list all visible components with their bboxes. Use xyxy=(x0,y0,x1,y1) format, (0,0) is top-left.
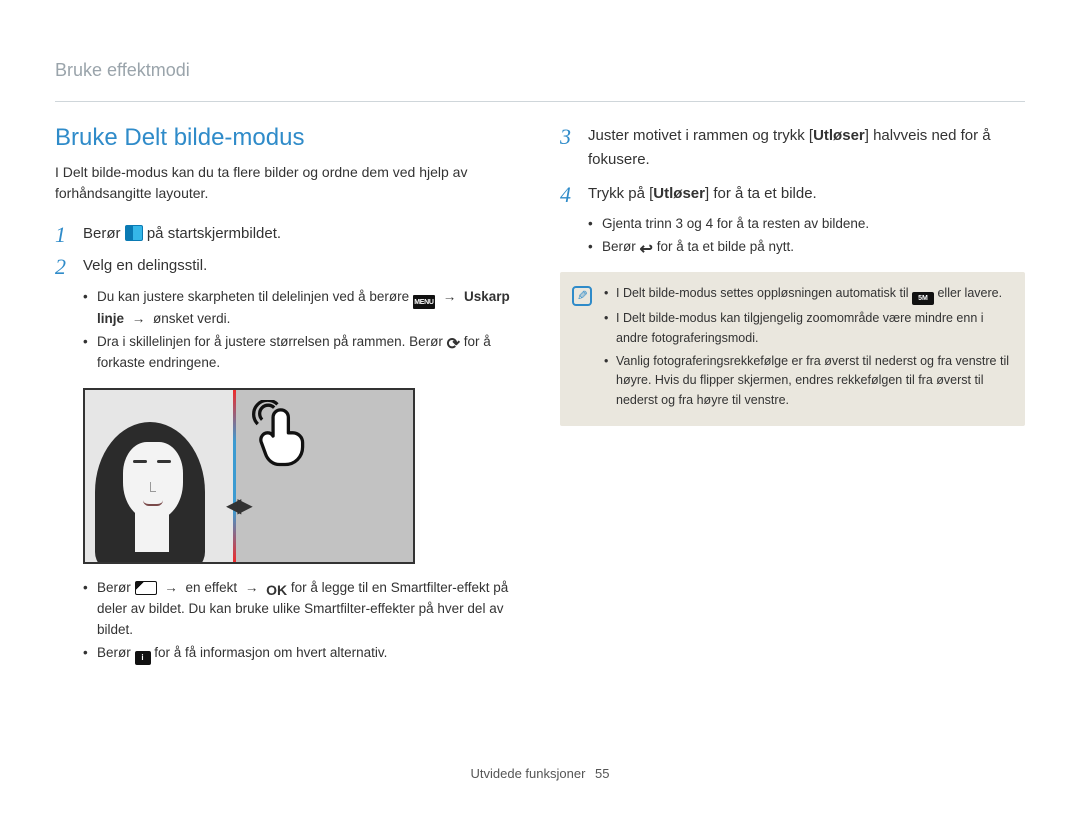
step-2-subpoints-after: Berør → en effekt → OK for å legge til e… xyxy=(83,578,520,665)
note-icon xyxy=(572,286,592,306)
breadcrumb: Bruke effektmodi xyxy=(55,60,1025,81)
text: Juster motivet i rammen og trykk [ xyxy=(588,127,813,144)
subpoint: Du kan justere skarpheten til delelinjen… xyxy=(83,287,520,330)
text: I Delt bilde-modus settes oppløsningen a… xyxy=(616,286,912,300)
left-column: Bruke Delt bilde-modus I Delt bilde-modu… xyxy=(55,124,520,679)
text: Berør xyxy=(602,239,640,254)
content-columns: Bruke Delt bilde-modus I Delt bilde-modu… xyxy=(55,124,1025,679)
note-box: I Delt bilde-modus settes oppløsningen a… xyxy=(560,272,1025,426)
bold-text: Utløser xyxy=(813,127,865,144)
step-2-subpoints: Du kan justere skarpheten til delelinjen… xyxy=(83,287,520,374)
step-body: Velg en delingsstil. xyxy=(83,254,520,280)
refresh-icon xyxy=(447,337,460,353)
text: for å få informasjon om hvert alternativ… xyxy=(154,645,387,660)
resolution-icon: 5M xyxy=(912,292,934,305)
arrow-icon: → xyxy=(439,289,461,304)
ok-icon: OK xyxy=(266,583,287,597)
step-2: 2 Velg en delingsstil. xyxy=(55,254,520,280)
right-column: 3 Juster motivet i rammen og trykk [Utlø… xyxy=(560,124,1025,679)
page-footer: Utvidede funksjoner 55 xyxy=(0,766,1080,781)
note-item: I Delt bilde-modus kan tilgjengelig zoom… xyxy=(604,309,1011,348)
step-3: 3 Juster motivet i rammen og trykk [Utlø… xyxy=(560,124,1025,172)
step-4: 4 Trykk på [Utløser] for å ta et bilde. xyxy=(560,182,1025,208)
text: ] for å ta et bilde. xyxy=(705,185,817,202)
effect-icon xyxy=(135,581,157,595)
footer-text: Utvidede funksjoner xyxy=(471,766,586,781)
step-number: 2 xyxy=(55,254,73,280)
subpoint: Berør → en effekt → OK for å legge til e… xyxy=(83,578,520,641)
arrow-icon: → xyxy=(241,580,263,595)
text: for å ta et bilde på nytt. xyxy=(657,239,794,254)
drag-arrows-icon: ◀▶ xyxy=(226,493,249,518)
arrow-icon: → xyxy=(128,311,150,326)
text: ønsket verdi. xyxy=(153,311,230,326)
step-number: 4 xyxy=(560,182,578,208)
text: Dra i skillelinjen for å justere størrel… xyxy=(97,334,447,349)
page-number: 55 xyxy=(595,766,609,781)
split-shot-illustration: ◀▶ xyxy=(83,388,415,564)
subpoint: Berør i for å få informasjon om hvert al… xyxy=(83,643,520,665)
intro-text: I Delt bilde-modus kan du ta flere bilde… xyxy=(55,162,520,204)
step-body: Berør på startskjermbildet. xyxy=(83,222,520,248)
menu-icon: MENU xyxy=(413,295,435,309)
text: for å legge til en Smartfilter-effekt på… xyxy=(97,580,508,637)
subpoint: Berør for å ta et bilde på nytt. xyxy=(588,237,1025,258)
touch-gesture-icon xyxy=(249,400,319,470)
arrow-icon: → xyxy=(160,580,182,595)
step-number: 3 xyxy=(560,124,578,172)
split-shot-icon xyxy=(125,225,143,241)
face-illustration xyxy=(95,412,215,562)
text: en effekt xyxy=(186,580,241,595)
text: Trykk på [ xyxy=(588,185,653,202)
text: eller lavere. xyxy=(937,286,1002,300)
subpoint: Dra i skillelinjen for å justere størrel… xyxy=(83,332,520,374)
step-body: Trykk på [Utløser] for å ta et bilde. xyxy=(588,182,1025,208)
note-item: Vanlig fotograferingsrekkefølge er fra ø… xyxy=(604,352,1011,410)
text: på startskjermbildet. xyxy=(147,225,281,242)
step-1: 1 Berør på startskjermbildet. xyxy=(55,222,520,248)
divider xyxy=(55,101,1025,102)
split-line xyxy=(233,390,236,562)
text: Berør xyxy=(83,225,125,242)
text: Berør xyxy=(97,580,135,595)
info-icon: i xyxy=(135,651,151,665)
step-4-subpoints: Gjenta trinn 3 og 4 for å ta resten av b… xyxy=(588,214,1025,258)
section-title: Bruke Delt bilde-modus xyxy=(55,124,520,152)
bold-text: Utløser xyxy=(653,185,705,202)
step-body: Juster motivet i rammen og trykk [Utløse… xyxy=(588,124,1025,172)
note-item: I Delt bilde-modus settes oppløsningen a… xyxy=(604,284,1011,305)
step-number: 1 xyxy=(55,222,73,248)
back-icon xyxy=(640,242,653,258)
text: Berør xyxy=(97,645,135,660)
text: Du kan justere skarpheten til delelinjen… xyxy=(97,289,413,304)
subpoint: Gjenta trinn 3 og 4 for å ta resten av b… xyxy=(588,214,1025,235)
